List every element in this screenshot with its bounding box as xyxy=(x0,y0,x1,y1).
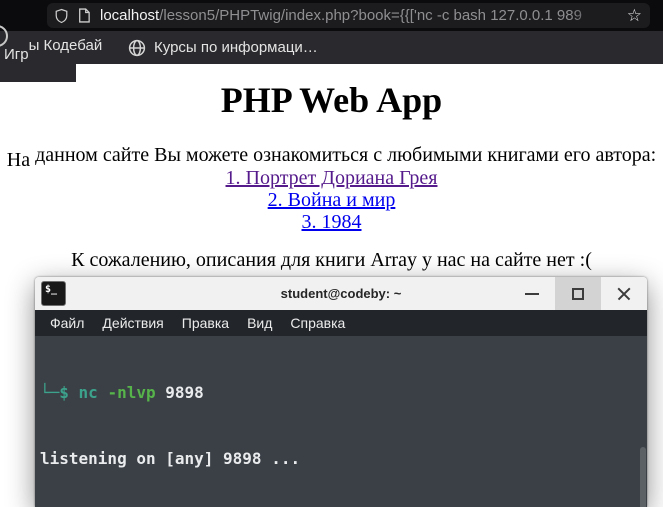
menu-item-actions[interactable]: Действия xyxy=(93,310,172,336)
bookmarks-bar-extension xyxy=(0,64,76,82)
terminal-scrollbar-thumb[interactable] xyxy=(640,447,646,507)
address-bar[interactable]: localhost/lesson5/PHPTwig/index.php?book… xyxy=(47,3,650,28)
terminal-body[interactable]: └─$ nc -nlvp 9898 listening on [any] 989… xyxy=(35,336,647,507)
bookmark-label: Игр xyxy=(4,46,29,63)
intro-rest: данном сайте Вы можете ознакомиться с лю… xyxy=(30,143,657,166)
book-link-war-and-peace[interactable]: 2. Война и мир xyxy=(0,189,663,211)
menu-item-view[interactable]: Вид xyxy=(238,310,281,336)
command-argument: 9898 xyxy=(165,383,204,402)
command-text: nc xyxy=(78,383,108,402)
browser-topbar: localhost/lesson5/PHPTwig/index.php?book… xyxy=(0,0,663,47)
menu-item-help[interactable]: Справка xyxy=(281,310,354,336)
window-controls xyxy=(509,277,647,310)
minimize-icon xyxy=(525,292,539,295)
url-path: /lesson5/PHPTwig/index.php?book={{['nc -… xyxy=(159,7,582,24)
url-text[interactable]: localhost/lesson5/PHPTwig/index.php?book… xyxy=(100,7,617,24)
terminal-titlebar[interactable]: $_ student@codeby: ~ xyxy=(35,277,647,310)
intro-first-word: На xyxy=(6,148,31,171)
shell-prompt: └─$ xyxy=(40,383,79,402)
maximize-icon xyxy=(572,287,584,300)
menu-item-file[interactable]: Файл xyxy=(41,310,93,336)
terminal-menubar: Файл Действия Правка Вид Справка xyxy=(35,310,647,336)
bookmark-label: Курсы по информаци… xyxy=(154,39,318,56)
book-link-dorian-gray[interactable]: 1. Портрет Дориана Грея xyxy=(0,167,663,189)
terminal-app-icon[interactable]: $_ xyxy=(41,281,66,306)
no-description-message: К сожалению, описания для книги Array у … xyxy=(71,248,592,271)
minimize-button[interactable] xyxy=(509,277,555,310)
bookmark-item-courses[interactable]: Курсы по информаци… xyxy=(128,31,318,64)
terminal-window: $_ student@codeby: ~ Файл Действия Правк… xyxy=(35,277,647,507)
menu-item-edit[interactable]: Правка xyxy=(173,310,238,336)
terminal-output-line: listening on [any] 9898 ... xyxy=(40,449,301,468)
book-links: 1. Портрет Дориана Грея 2. Война и мир 3… xyxy=(0,167,663,233)
intro-text: На данном сайте Вы можете ознакомиться с… xyxy=(0,143,663,171)
globe-icon xyxy=(128,39,146,56)
page-title: PHP Web App xyxy=(220,80,443,120)
close-icon xyxy=(617,287,631,301)
bookmark-star-icon[interactable]: ☆ xyxy=(627,3,642,28)
command-option: -nlvp xyxy=(107,383,166,402)
bookmark-item-games-codeby[interactable]: Игры Кодебай xyxy=(4,31,102,64)
shield-icon[interactable] xyxy=(55,8,68,24)
terminal-prompt-line: └─$ nc -nlvp 9898 xyxy=(40,382,647,404)
maximize-button[interactable] xyxy=(555,277,601,310)
bookmark-label: ы Кодебай xyxy=(28,37,103,54)
page-icon[interactable] xyxy=(78,8,90,23)
close-button[interactable] xyxy=(601,277,647,310)
book-link-1984[interactable]: 3. 1984 xyxy=(0,211,663,233)
url-host: localhost xyxy=(100,7,160,24)
